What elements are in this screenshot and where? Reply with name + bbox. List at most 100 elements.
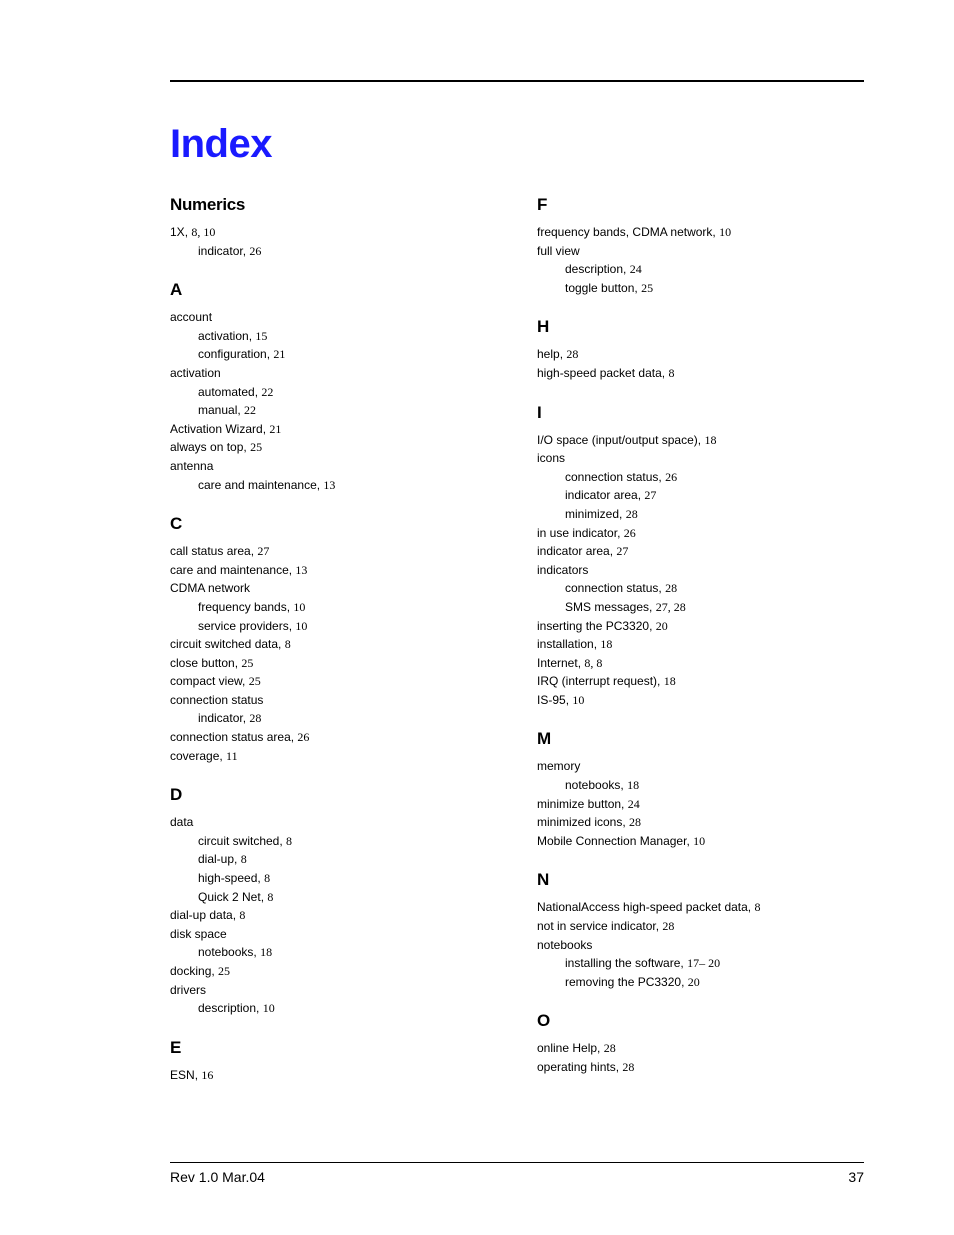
index-entry: frequency bands, 10 [198,598,497,617]
section-head: Numerics [170,195,497,215]
index-columns: Numerics1X, 8, 10indicator, 26Aaccountac… [170,195,864,1084]
page-ref: 24 [628,797,640,811]
index-entry: indicator, 28 [198,709,497,728]
page-ref: 8 [241,852,247,866]
index-term: configuration [198,347,267,361]
index-term: high-speed packet data [537,366,662,380]
index-term: NationalAccess high-speed packet data [537,900,748,914]
index-entry: manual, 22 [198,401,497,420]
index-entry: notebooks [537,936,864,955]
section-head: F [537,195,864,215]
index-term: operating hints [537,1060,616,1074]
footer-page-number: 37 [848,1169,864,1185]
separator: , [597,1041,604,1055]
index-term: high-speed [198,871,257,885]
page-ref: 18 [260,945,272,959]
section-head: H [537,317,864,337]
index-entry: connection status [170,691,497,710]
index-entry: toggle button, 25 [565,279,864,298]
page-ref: 22 [261,385,273,399]
page-ref: 27, 28 [656,600,686,614]
index-term: always on top [170,440,243,454]
separator: , [649,600,656,614]
index-term: coverage [170,749,219,763]
index-entry: dial-up, 8 [198,850,497,869]
page-ref: 13 [295,563,307,577]
index-term: care and maintenance [170,563,289,577]
index-term: connection status [170,693,263,707]
index-term: minimize button [537,797,621,811]
page-ref: 8 [239,908,245,922]
index-term: drivers [170,983,206,997]
page-ref: 8 [668,366,674,380]
page-ref: 27 [644,488,656,502]
index-entry: description, 24 [565,260,864,279]
index-term: installation [537,637,594,651]
index-term: compact view [170,674,242,688]
separator: , [256,1001,263,1015]
index-term: description [198,1001,256,1015]
index-term: full view [537,244,580,258]
index-entry: NationalAccess high-speed packet data, 8 [537,898,864,917]
index-entry: installation, 18 [537,635,864,654]
index-term: connection status area [170,730,291,744]
index-entry: indicators [537,561,864,580]
index-entry: circuit switched data, 8 [170,635,497,654]
index-term: indicator area [565,488,638,502]
index-term: manual [198,403,237,417]
index-entry: 1X, 8, 10 [170,223,497,242]
index-entry: removing the PC3320, 20 [565,973,864,992]
index-term: antenna [170,459,213,473]
index-term: toggle button [565,281,634,295]
page-ref: 21 [273,347,285,361]
index-entry: online Help, 28 [537,1039,864,1058]
index-entry: SMS messages, 27, 28 [565,598,864,617]
section-head: O [537,1011,864,1031]
index-entry: care and maintenance, 13 [170,561,497,580]
page-ref: 27 [616,544,628,558]
index-entry: disk space [170,925,497,944]
page-ref: 10 [293,600,305,614]
index-entry: minimize button, 24 [537,795,864,814]
index-term: connection status [565,581,658,595]
page-ref: 10 [295,619,307,633]
index-term: Mobile Connection Manager [537,834,686,848]
index-term: Activation Wizard [170,422,263,436]
separator: , [681,975,688,989]
page-ref: 28 [249,711,261,725]
page-ref: 21 [269,422,281,436]
index-entry: frequency bands, CDMA network, 10 [537,223,864,242]
index-entry: minimized, 28 [565,505,864,524]
index-entry: call status area, 27 [170,542,497,561]
index-entry: indicator, 26 [198,242,497,261]
page-ref: 26 [297,730,309,744]
page-ref: 28 [622,1060,634,1074]
index-term: indicators [537,563,588,577]
section-head: M [537,729,864,749]
index-entry: coverage, 11 [170,747,497,766]
page-ref: 28 [566,347,578,361]
page-ref: 8, 8 [584,656,602,670]
index-entry: CDMA network [170,579,497,598]
index-term: frequency bands, CDMA network [537,225,712,239]
index-entry: Mobile Connection Manager, 10 [537,832,864,851]
index-entry: connection status area, 26 [170,728,497,747]
index-term: indicator [198,711,243,725]
page-ref: 26 [665,470,677,484]
index-entry: always on top, 25 [170,438,497,457]
index-term: installing the software [565,956,680,970]
index-term: minimized [565,507,619,521]
index-entry: configuration, 21 [198,345,497,364]
index-term: care and maintenance [198,478,317,492]
index-term: indicator area [537,544,610,558]
index-term: notebooks [198,945,253,959]
index-entry: Quick 2 Net, 8 [198,888,497,907]
index-term: Internet [537,656,578,670]
index-term: removing the PC3320 [565,975,681,989]
index-term: online Help [537,1041,597,1055]
index-entry: indicator area, 27 [537,542,864,561]
page-ref: 8 [754,900,760,914]
index-term: ESN [170,1068,195,1082]
index-term: dial-up [198,852,234,866]
index-entry: IS-95, 10 [537,691,864,710]
